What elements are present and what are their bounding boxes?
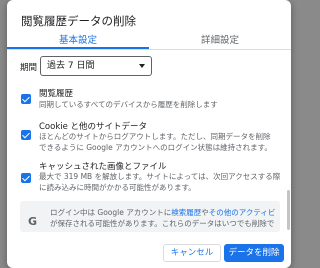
dialog-title: 閲覧履歴データの削除 — [21, 14, 136, 28]
other-activity-link[interactable]: その他のアクティビティ — [209, 208, 276, 217]
period-label: 期間 — [20, 63, 38, 73]
chevron-down-icon — [139, 64, 145, 68]
info-text: ログイン中は Google アカウントに検索履歴やその他のアクティビティ が保存… — [50, 207, 276, 229]
cookies-desc-line2: できるように Google アカウントへのログイン状態は維持されます。 — [39, 143, 272, 152]
clear-browsing-data-dialog: 閲覧履歴データの削除 基本設定 詳細設定 期間 過去 7 日間 閲覧履歴 同期し… — [7, 0, 291, 268]
info-line2: が保存される可能性があります。これらのデータはいつでも削除で — [50, 219, 275, 228]
cookies-checkbox[interactable] — [21, 130, 31, 140]
clear-data-button[interactable]: データを削除 — [224, 244, 284, 262]
tab-advanced[interactable]: 詳細設定 — [149, 34, 291, 54]
search-history-link[interactable]: 検索履歴 — [171, 208, 201, 217]
cancel-button[interactable]: キャンセル — [163, 244, 221, 262]
browsing-history-title: 閲覧履歴 — [39, 89, 74, 99]
scrollbar[interactable] — [287, 190, 290, 230]
period-select[interactable]: 過去 7 日間 — [40, 56, 152, 76]
cookies-desc-line1: ほとんどのサイトからログアウトします。ただし、同期データを削除 — [39, 132, 271, 141]
period-selected-value: 過去 7 日間 — [47, 61, 95, 71]
cache-checkbox[interactable] — [21, 173, 31, 183]
google-account-info-box: G ログイン中は Google アカウントに検索履歴やその他のアクティビティ が… — [20, 201, 280, 232]
browsing-history-desc: 同期しているすべてのデバイスから履歴を削除します — [39, 100, 218, 109]
cache-desc-line1: 最大で 319 MB を解放します。サイトによっては、次回アクセスする際 — [39, 172, 281, 181]
google-g-icon: G — [28, 215, 38, 228]
info-line1-prefix: ログイン中は Google アカウントに — [50, 208, 172, 217]
tab-divider — [7, 49, 291, 50]
tab-basic[interactable]: 基本設定 — [7, 34, 149, 54]
info-line1-mid: や — [201, 208, 209, 217]
cache-desc-line2: に読み込みに時間がかかる可能性があります。 — [39, 183, 196, 192]
browsing-history-checkbox[interactable] — [21, 94, 31, 104]
